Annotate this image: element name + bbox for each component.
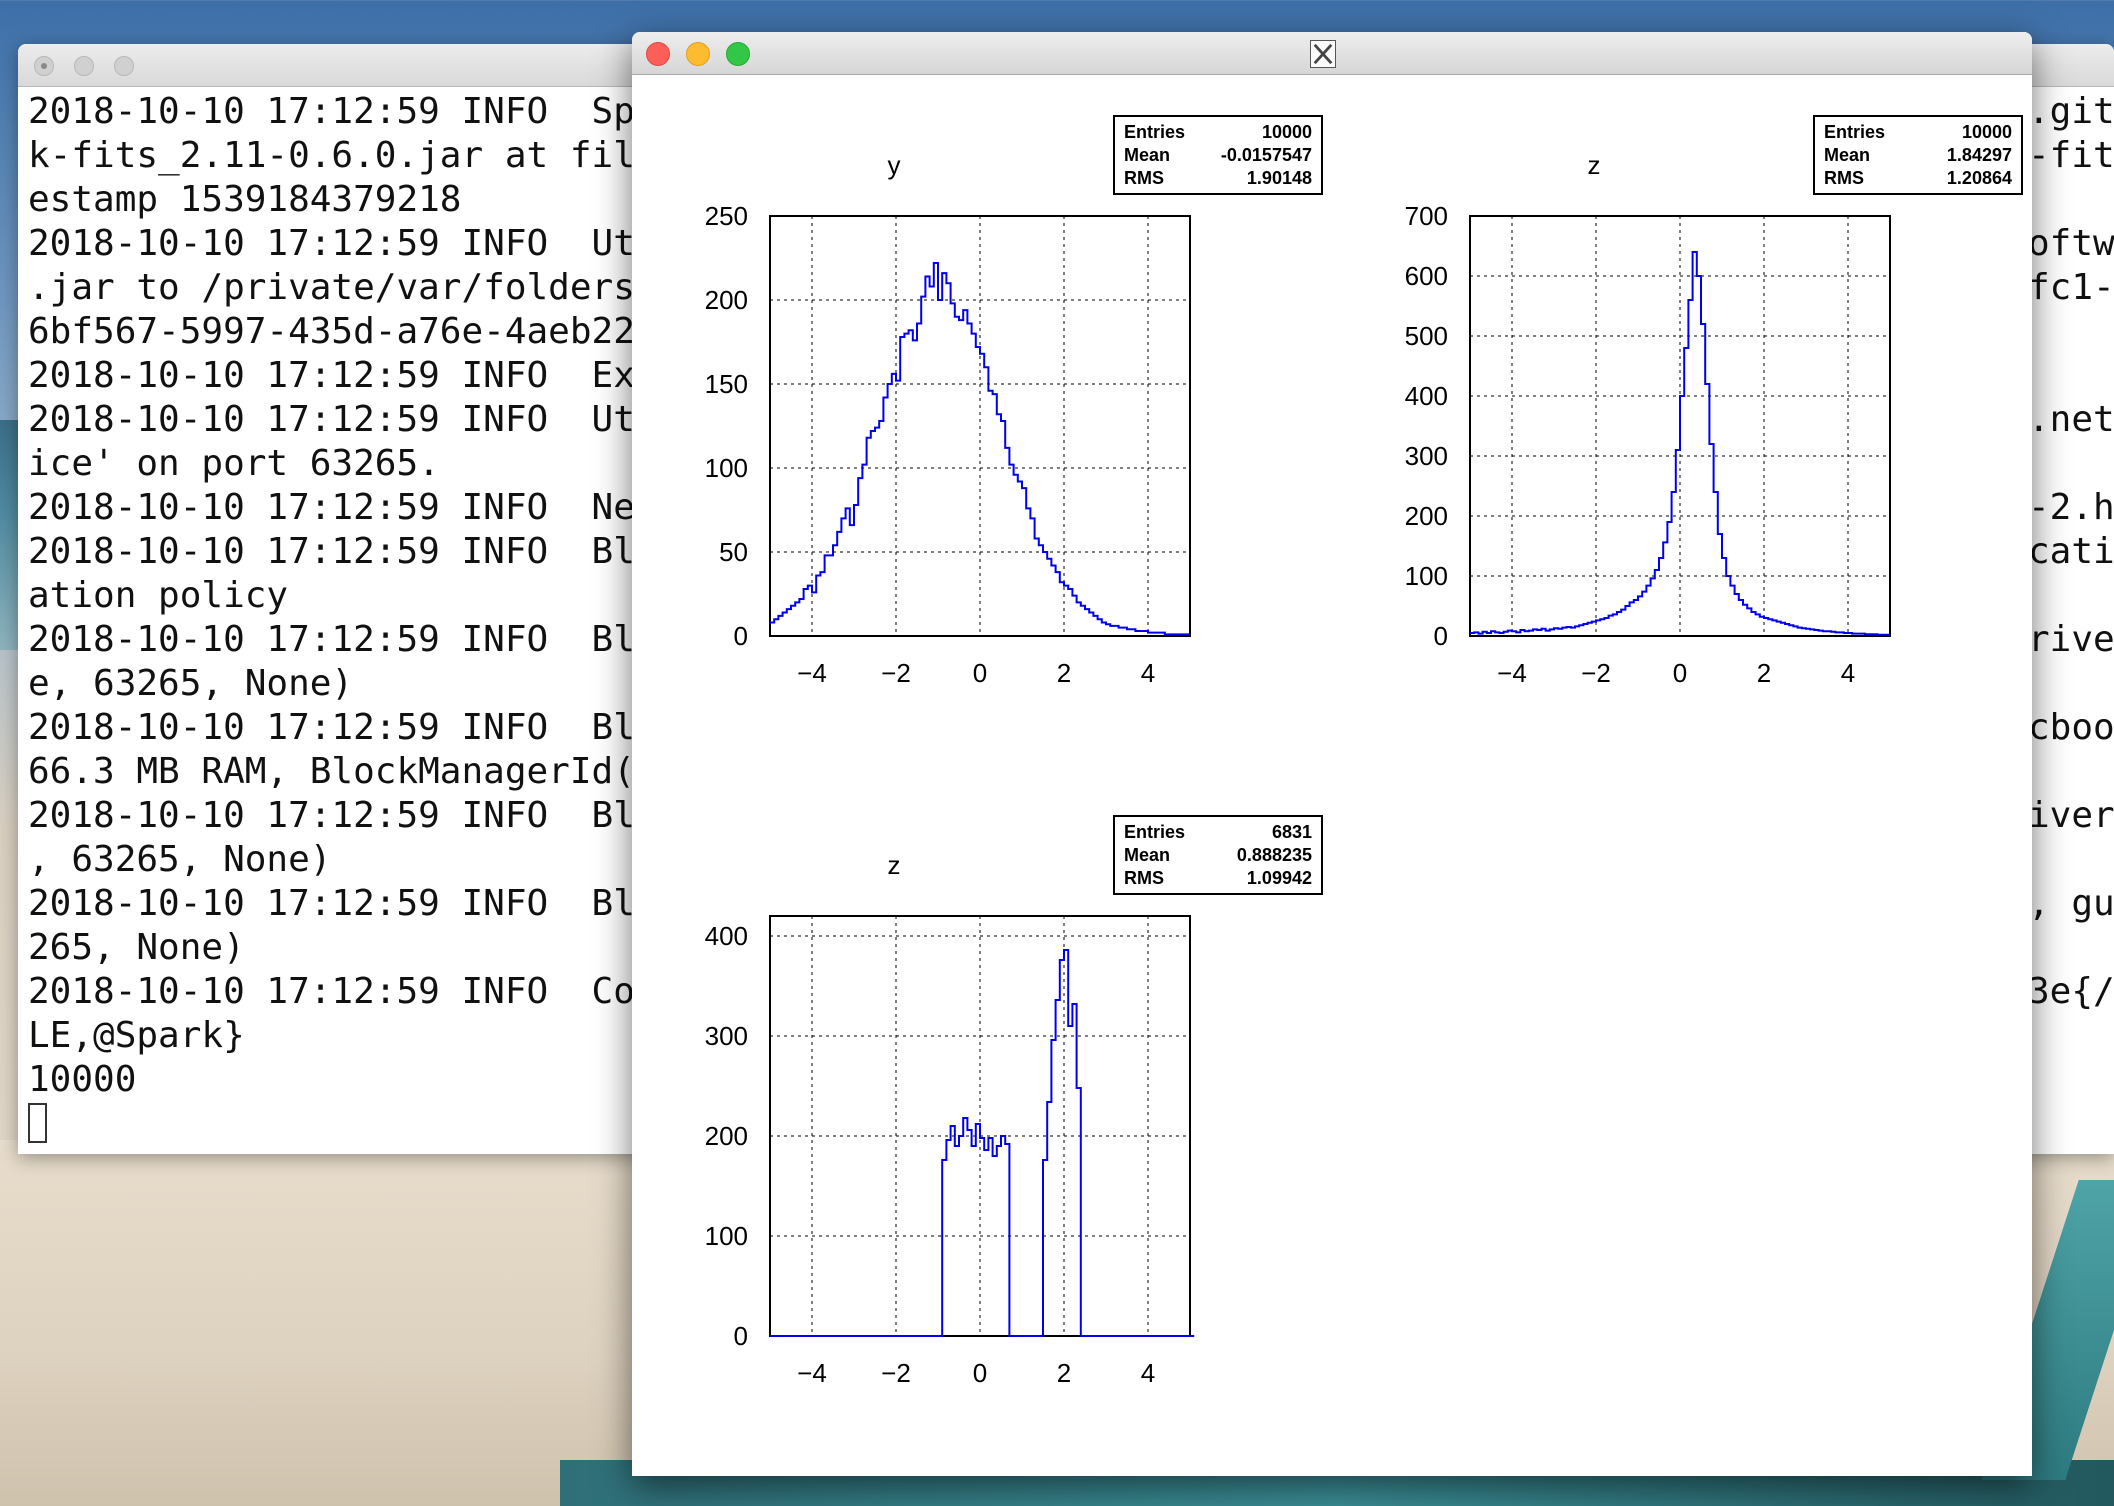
y-tick-label: 500 (1405, 321, 1448, 351)
terminal-line-right (2028, 178, 2114, 222)
terminal-line-right: fc1- (2028, 267, 2114, 308)
terminal-line-right: cati (2028, 531, 2114, 572)
x11-icon (1310, 40, 1336, 68)
x-tick-label: −4 (797, 658, 827, 688)
y-tick-label: 700 (1405, 201, 1448, 231)
x-tick-label: 0 (973, 1358, 987, 1388)
y-tick-label: 200 (705, 1121, 748, 1151)
terminal-line-right: .net (2028, 399, 2114, 440)
close-button[interactable] (646, 42, 670, 66)
stats-value: 6831 (1272, 822, 1312, 842)
y-tick-label: 400 (705, 921, 748, 951)
close-button[interactable] (34, 56, 54, 76)
stats-box: Entries 10000 Mean -0.0157547 RMS 1.90148 (1113, 115, 1323, 195)
x-tick-label: −2 (881, 658, 911, 688)
x-tick-label: −2 (881, 1358, 911, 1388)
terminal-line-right: iver (2028, 795, 2114, 836)
y-tick-label: 300 (1405, 441, 1448, 471)
stats-value: 1.84297 (1947, 145, 2012, 165)
terminal-line-right: oftw (2028, 223, 2114, 264)
y-tick-label: 300 (705, 1021, 748, 1051)
terminal-line-right: , gu (2028, 883, 2114, 924)
stats-label: Mean (1824, 145, 1870, 165)
y-tick-label: 100 (705, 1221, 748, 1251)
terminal-line-right (2028, 838, 2114, 882)
terminal-line-right (2028, 662, 2114, 706)
terminal-line-right (2028, 354, 2114, 398)
terminal-line-right (2028, 1014, 2114, 1058)
stats-label: Entries (1124, 122, 1185, 142)
y-tick-label: 600 (1405, 261, 1448, 291)
stats-value: 10000 (1262, 122, 1312, 142)
terminal-line-right: rive (2028, 619, 2114, 660)
histogram-title: z (888, 850, 901, 880)
stats-value: 1.90148 (1247, 168, 1312, 188)
terminal-line-right: .git (2028, 91, 2114, 132)
x-tick-label: 2 (1757, 658, 1771, 688)
x-tick-label: 2 (1057, 1358, 1071, 1388)
histogram-title: y (888, 150, 901, 180)
minimize-button[interactable] (74, 56, 94, 76)
terminal-line-right (2028, 310, 2114, 354)
y-tick-label: 400 (1405, 381, 1448, 411)
zoom-button[interactable] (114, 56, 134, 76)
terminal-line-right (2028, 1058, 2114, 1102)
y-tick-label: 0 (1434, 621, 1448, 651)
x-tick-label: −4 (797, 1358, 827, 1388)
x-tick-label: 2 (1057, 658, 1071, 688)
x-tick-label: −4 (1497, 658, 1527, 688)
histogram-panel-2: −4 −2 0 2 4 0 100 200 300 400 500 600 700 z Entries 100… (1405, 115, 2023, 688)
x-tick-label: 4 (1141, 1358, 1155, 1388)
root-canvas-window[interactable]: −4 −2 0 2 4 0 50 100 150 200 250 y Entries 10000 Mean -… (632, 32, 2032, 1476)
root-window-titlebar[interactable] (632, 32, 2032, 75)
terminal-line-right (2028, 926, 2114, 970)
stats-label: Entries (1124, 822, 1185, 842)
stats-label: RMS (1824, 168, 1864, 188)
stats-value: -0.0157547 (1221, 145, 1312, 165)
y-tick-label: 200 (1405, 501, 1448, 531)
stats-value: 1.09942 (1247, 868, 1312, 888)
stats-box: Entries 10000 Mean 1.84297 RMS 1.20864 (1813, 115, 2023, 195)
histogram-panel-3: −4 −2 0 2 4 0 100 200 300 400 z Entries 6831 Mean 0.88… (705, 815, 1323, 1388)
terminal-line-right (2028, 574, 2114, 618)
minimize-button[interactable] (686, 42, 710, 66)
stats-label: Entries (1824, 122, 1885, 142)
stats-label: Mean (1124, 145, 1170, 165)
stats-box: Entries 6831 Mean 0.888235 RMS 1.09942 (1113, 815, 1323, 895)
terminal-line-right (2028, 442, 2114, 486)
y-tick-label: 0 (734, 1321, 748, 1351)
root-canvas[interactable]: −4 −2 0 2 4050100150200250yEntries 10000Mean -… (632, 74, 2032, 1474)
y-tick-label: 100 (705, 453, 748, 483)
terminal-line-right (2028, 750, 2114, 794)
histogram-title: z (1588, 150, 1601, 180)
y-tick-label: 100 (1405, 561, 1448, 591)
terminal-output-right-edge: .git -fit oftw fc1- .net -2.h cati rive cbo… (2028, 90, 2114, 1102)
histogram-panel-1: −4 −2 0 2 4 0 50 100 150 200 250 y Entries 10000 Mean -… (705, 115, 1323, 688)
terminal-line-right: cboo (2028, 707, 2114, 748)
x-tick-label: 4 (1141, 658, 1155, 688)
y-tick-label: 0 (734, 621, 748, 651)
terminal-line-right: -fit (2028, 135, 2114, 176)
stats-label: RMS (1124, 868, 1164, 888)
stats-value: 0.888235 (1237, 845, 1312, 865)
y-tick-label: 50 (719, 537, 748, 567)
terminal-line-right: -2.h (2028, 487, 2114, 528)
y-tick-label: 250 (705, 201, 748, 231)
y-tick-label: 150 (705, 369, 748, 399)
stats-value: 10000 (1962, 122, 2012, 142)
x-tick-label: 4 (1841, 658, 1855, 688)
x-tick-label: −2 (1581, 658, 1611, 688)
stats-label: Mean (1124, 845, 1170, 865)
stats-label: RMS (1124, 168, 1164, 188)
zoom-button[interactable] (726, 42, 750, 66)
terminal-line-right: 3e{/ (2028, 971, 2114, 1012)
x-tick-label: 0 (1673, 658, 1687, 688)
stats-value: 1.20864 (1947, 168, 2012, 188)
y-tick-label: 200 (705, 285, 748, 315)
x-tick-label: 0 (973, 658, 987, 688)
